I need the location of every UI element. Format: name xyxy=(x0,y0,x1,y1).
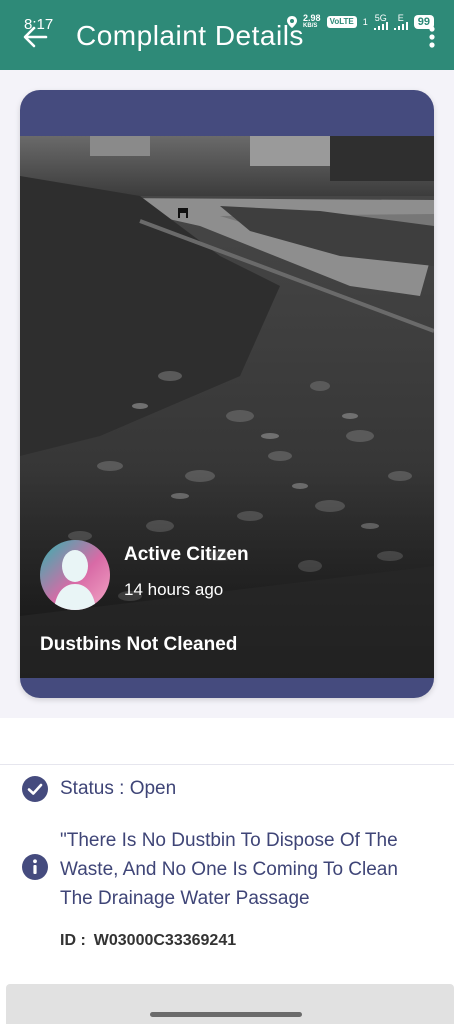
posted-time: 14 hours ago xyxy=(124,580,224,599)
check-circle-icon xyxy=(22,776,48,802)
more-vert-icon[interactable] xyxy=(428,26,436,48)
gesture-nav-handle[interactable] xyxy=(150,1012,302,1017)
id-label: ID : xyxy=(60,932,86,949)
status-indicators: 2.98 KB/S VoLTE 1 5G E 99 xyxy=(287,14,434,30)
info-icon xyxy=(22,854,48,880)
signal-5g: 5G xyxy=(373,14,388,30)
status-row: Status : Open xyxy=(22,776,176,802)
signal-e: E xyxy=(393,14,408,30)
complaint-id: ID : W03000C33369241 xyxy=(60,932,244,950)
sim1-label: 1 xyxy=(362,17,368,27)
avatar-image xyxy=(40,540,110,610)
signal-bars-icon xyxy=(373,22,388,30)
author-name: Active Citizen xyxy=(124,544,249,565)
avatar[interactable] xyxy=(40,540,110,610)
bottom-sheet[interactable] xyxy=(6,984,454,1024)
page-title: Complaint Details xyxy=(76,20,304,51)
app-bar: 8:17 2.98 KB/S VoLTE 1 5G E 99 Complaint… xyxy=(0,0,454,70)
divider xyxy=(0,764,454,765)
back-arrow-icon[interactable] xyxy=(22,24,48,50)
complaint-description: "There Is No Dustbin To Dispose Of The W… xyxy=(60,830,398,909)
complaint-card[interactable]: Active Citizen 14 hours ago Dustbins Not… xyxy=(20,90,434,698)
signal-bars-icon xyxy=(393,22,408,30)
status-label: Status : Open xyxy=(60,778,177,799)
complaint-title: Dustbins Not Cleaned xyxy=(40,634,238,655)
id-value: W03000C33369241 xyxy=(93,932,237,949)
volte-badge: VoLTE xyxy=(326,16,357,28)
network-speed: 2.98 KB/S xyxy=(303,13,321,30)
